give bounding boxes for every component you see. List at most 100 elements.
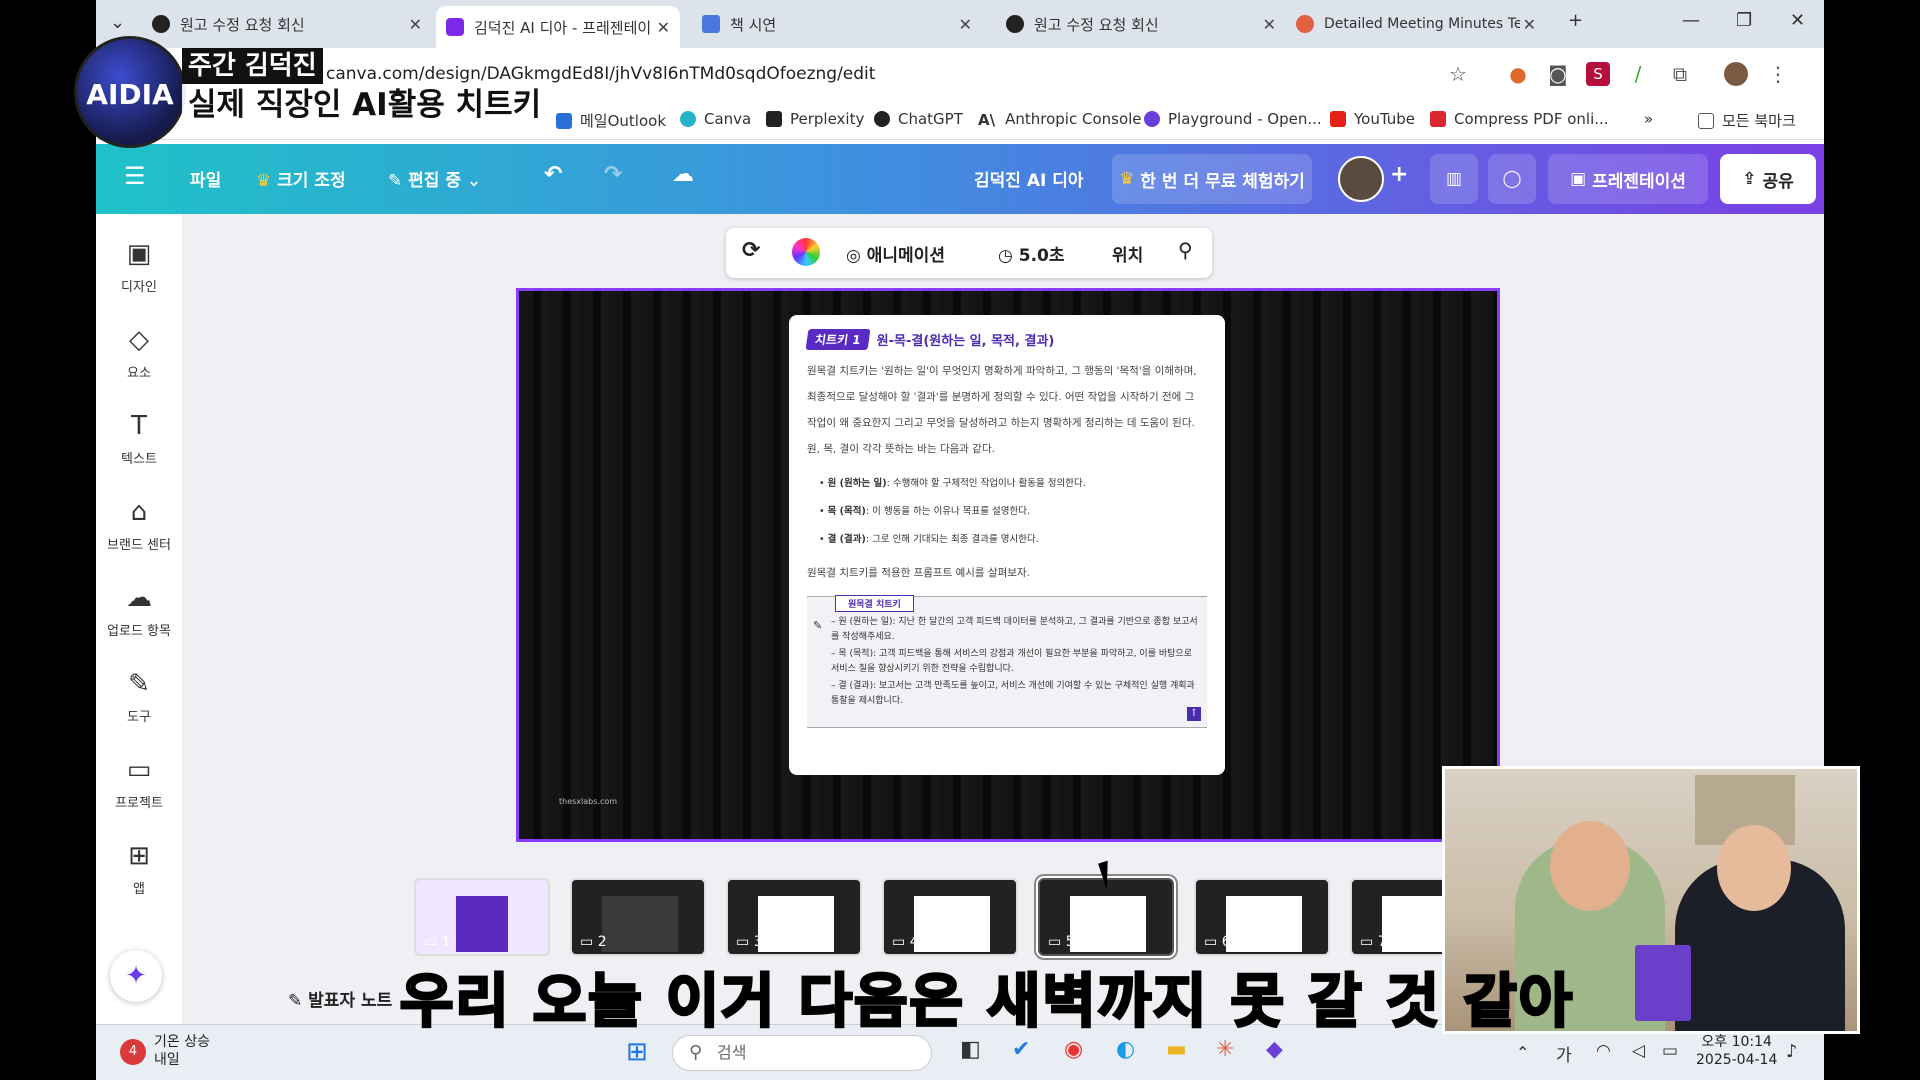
close-tab-icon[interactable]: ✕ [1523, 15, 1536, 34]
sidebar-label: 프로젝트 [115, 796, 163, 811]
taskbar-search[interactable]: ⚲ 검색 [672, 1035, 932, 1071]
bookmark[interactable]: ChatGPT [874, 110, 963, 128]
restore-icon[interactable]: ❐ [1736, 10, 1752, 31]
position-button[interactable]: 위치 [1112, 241, 1143, 266]
weather-widget[interactable]: 기온 상승 내일 [154, 1033, 210, 1069]
duration-button[interactable]: ◷ 5.0초 [998, 241, 1065, 266]
sidebar-item-elements[interactable]: ◇ 요소 [96, 324, 182, 381]
sidebar-item-apps[interactable]: ⊞ 앱 [96, 840, 182, 897]
file-menu-button[interactable]: 파일 [190, 166, 221, 191]
clock-time: 오후 10:14 [1701, 1034, 1772, 1050]
extension-icon[interactable]: ● [1506, 62, 1530, 86]
editing-mode-button[interactable]: ✎ 편집 중 ⌄ [388, 166, 481, 191]
chrome-icon[interactable]: ◉ [1064, 1037, 1083, 1062]
bookmark[interactable]: Perplexity [766, 110, 864, 128]
windows-start-icon[interactable]: ⊞ [626, 1037, 648, 1067]
profile-avatar[interactable] [1724, 62, 1748, 86]
bookmark[interactable]: Compress PDF onli... [1430, 110, 1609, 128]
magic-assistant-icon[interactable]: ✦ [110, 950, 162, 1002]
sidebar-label: 업로드 항목 [107, 624, 171, 639]
color-picker-icon[interactable] [792, 238, 820, 266]
sidebar-item-projects[interactable]: ▭ 프로젝트 [96, 754, 182, 811]
notification-bell-icon[interactable]: ♪ [1786, 1041, 1798, 1062]
resize-button[interactable]: ♛ 크기 조정 [256, 166, 346, 191]
browser-tab[interactable]: 책 시연 ✕ [692, 6, 982, 42]
book-page[interactable]: 치트키 1 원-목-결(원하는 일, 목적, 결과) 원목결 치트키는 '원하는… [789, 315, 1225, 775]
new-tab-button[interactable]: + [1568, 10, 1583, 31]
term: 결 (결과) [827, 534, 866, 545]
todo-icon[interactable]: ✔ [1012, 1037, 1030, 1062]
url-field[interactable]: canva.com/design/DAGkmgdEd8I/jhVv8l6nTMd… [326, 64, 875, 84]
sidebar-item-tools[interactable]: ✎ 도구 [96, 668, 182, 725]
extension-pen-icon[interactable]: / [1626, 62, 1650, 86]
puzzle-icon[interactable]: ⧉ [1668, 62, 1692, 86]
speaker-notes-button[interactable]: ✎ 발표자 노트 [288, 986, 392, 1011]
minimize-icon[interactable]: — [1682, 10, 1700, 31]
browser-tab[interactable]: 원고 수정 요청 회신 ✕ [142, 6, 432, 42]
extension-s-icon[interactable]: S [1586, 62, 1610, 86]
comment-icon[interactable]: ◯ [1488, 154, 1536, 204]
tray-chevron-icon[interactable]: ⌃ [1516, 1043, 1529, 1062]
sidebar-item-uploads[interactable]: ☁ 업로드 항목 [96, 582, 182, 639]
bookmark[interactable]: A\ Anthropic Console [978, 110, 1142, 129]
document-title[interactable]: 김덕진 AI 디아 [974, 166, 1084, 191]
close-tab-icon[interactable]: ✕ [1263, 15, 1276, 34]
insights-icon[interactable]: ▥ [1430, 154, 1478, 204]
file-explorer-icon[interactable]: ▬ [1166, 1037, 1187, 1062]
close-tab-icon[interactable]: ✕ [959, 15, 972, 34]
upload-icon: ☁ [126, 583, 152, 613]
slide-canvas[interactable]: 치트키 1 원-목-결(원하는 일, 목적, 결과) 원목결 치트키는 '원하는… [516, 288, 1500, 842]
example-line: – 원 (원하는 일): 지난 한 달간의 고객 피드백 데이터를 분석하고, … [831, 617, 1198, 642]
thumbnail[interactable]: ▭ 3 [726, 878, 862, 956]
collaborator-avatar[interactable] [1338, 156, 1384, 202]
camera-icon[interactable]: ◙ [1546, 62, 1570, 86]
bookmark[interactable]: Canva [680, 110, 751, 128]
slide-icon: ▭ [1048, 934, 1066, 950]
bookmark[interactable]: 메일Outlook [556, 110, 666, 131]
battery-icon[interactable]: ▭ [1662, 1041, 1678, 1061]
volume-icon[interactable]: ◁ [1632, 1041, 1645, 1061]
redo-icon[interactable]: ↷ [604, 162, 622, 187]
add-collaborator-icon[interactable]: + [1390, 162, 1408, 187]
cloud-save-icon[interactable]: ☁ [672, 162, 694, 187]
close-tab-icon[interactable]: ✕ [409, 15, 422, 34]
app-icon[interactable]: ◆ [1266, 1037, 1283, 1062]
bookmark[interactable]: Playground - Open... [1144, 110, 1322, 128]
hamburger-menu-icon[interactable]: ☰ [124, 162, 146, 190]
star-icon[interactable]: ☆ [1446, 62, 1470, 86]
bookmark[interactable]: YouTube [1330, 110, 1415, 128]
chatgpt-icon [874, 111, 890, 127]
trial-button[interactable]: ♛ 한 번 더 무료 체험하기 [1112, 154, 1312, 204]
tab-search-icon[interactable]: ⌄ [110, 12, 125, 33]
bookmarks-overflow-button[interactable]: » [1644, 110, 1653, 128]
paint-format-icon[interactable]: ⚲ [1178, 238, 1193, 262]
browser-tab[interactable]: 원고 수정 요청 회신 ✕ [996, 6, 1286, 42]
all-bookmarks[interactable]: 모든 북마크 [1698, 110, 1796, 131]
regenerate-icon[interactable]: ⟳ [742, 238, 760, 263]
thumbnail[interactable]: ▭ 6 [1194, 878, 1330, 956]
taskbar-clock[interactable]: 오후 10:14 2025-04-14 [1696, 1033, 1777, 1069]
sidebar-item-brand[interactable]: ⌂ 브랜드 센터 [96, 496, 182, 553]
thumbnail[interactable]: ▭ 2 [570, 878, 706, 956]
close-window-icon[interactable]: ✕ [1790, 10, 1805, 31]
thumbnail[interactable]: ▭ 4 [882, 878, 1018, 956]
browser-tab[interactable]: Detailed Meeting Minutes Tem ✕ [1286, 6, 1546, 42]
share-button[interactable]: ⇪ 공유 [1720, 154, 1816, 204]
sidebar-label: 디자인 [121, 280, 157, 295]
example-box: 원목결 치트키 ✎ – 원 (원하는 일): 지난 한 달간의 고객 피드백 데… [807, 595, 1207, 728]
undo-icon[interactable]: ↶ [544, 162, 562, 187]
thumbnail-label: 7 [1377, 934, 1387, 950]
sidebar-item-text[interactable]: T 텍스트 [96, 410, 182, 467]
present-button[interactable]: ▣ 프레젠테이션 [1548, 154, 1708, 204]
close-tab-icon[interactable]: ✕ [657, 18, 670, 37]
sidebar-item-design[interactable]: ▣ 디자인 [96, 238, 182, 295]
menu-dots-icon[interactable]: ⋮ [1766, 62, 1790, 86]
task-view-icon[interactable]: ◧ [960, 1037, 981, 1062]
wifi-icon[interactable]: ◠ [1596, 1041, 1611, 1061]
thumbnail[interactable]: ▭ 1 [414, 878, 550, 956]
edge-icon[interactable]: ◐ [1116, 1037, 1135, 1062]
browser-tab-active[interactable]: 김덕진 AI 디아 - 프레젠테이션 ✕ [436, 6, 680, 48]
animation-button[interactable]: ◎ 애니메이션 [846, 241, 945, 266]
ime-indicator[interactable]: 가 [1556, 1041, 1572, 1066]
claude-app-icon[interactable]: ✳ [1216, 1037, 1234, 1062]
